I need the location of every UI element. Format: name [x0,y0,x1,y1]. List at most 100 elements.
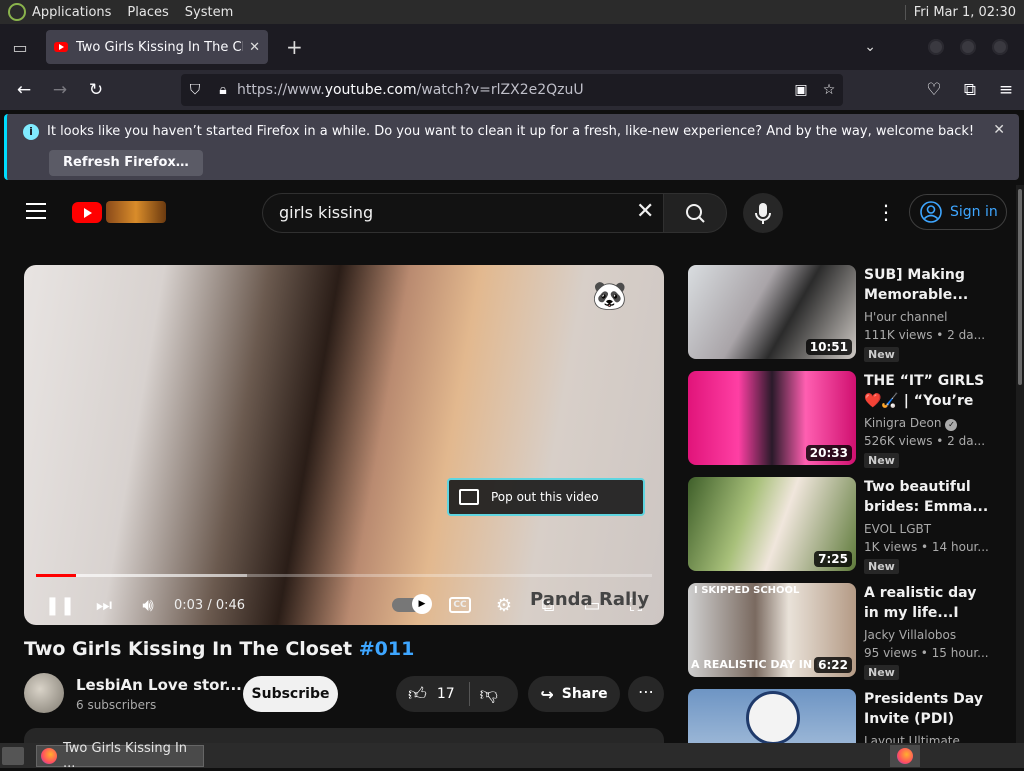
related-channel[interactable]: H'our channel [864,310,948,324]
shield-icon[interactable]: ⛉ [181,82,209,98]
related-meta: 111K views • 2 da... [864,328,986,342]
list-all-tabs-icon[interactable]: ⌄ [864,39,876,55]
youtube-masthead: girls kissing ✕ ⋮ Sign in [0,185,1016,241]
related-video-5[interactable]: Presidents Day Invite (PDI) 202... Layou… [688,689,1008,743]
channel-avatar[interactable] [24,673,64,713]
info-icon: i [23,124,39,140]
tab-youtube[interactable]: Two Girls Kissing In The Closet #011 - Y… [46,30,268,64]
distro-logo-icon[interactable] [8,3,26,21]
related-thumbnail[interactable]: 7:25 [688,477,856,571]
pop-out-video-button[interactable]: Pop out this video [447,478,645,516]
related-title[interactable]: SUB] Making Memorable... [864,265,994,305]
new-tab-icon[interactable]: + [286,35,303,59]
menu-system[interactable]: System [185,5,233,20]
close-notification-icon[interactable]: ✕ [993,122,1005,138]
clock[interactable]: Fri Mar 1, 02:30 [904,4,1016,20]
reader-view-icon[interactable]: ▣ [787,82,815,98]
related-title[interactable]: Presidents Day Invite (PDI) 202... [864,689,994,729]
share-button[interactable]: ↪ Share [528,676,620,712]
dislike-icon[interactable]: 👎︎ [480,683,498,705]
show-desktop-icon[interactable] [2,746,24,765]
bookmark-star-icon[interactable]: ☆ [815,82,843,98]
video-player[interactable]: 🐼 Pop out this video ❚❚ ⏭ 🔊︎ 0:03 / 0:46… [24,265,664,625]
url-text[interactable]: https://www.youtube.com/watch?v=rlZX2e2Q… [237,82,584,98]
duration-badge: 20:33 [805,445,852,461]
autoplay-toggle[interactable] [392,594,432,614]
subscribe-button[interactable]: Subscribe [243,676,338,712]
related-thumbnail[interactable]: 20:33 [688,371,856,465]
panda-watermark-icon: 🐼 [592,279,627,312]
new-badge: New [864,453,899,468]
related-title[interactable]: A realistic day in my life...I skippe... [864,583,994,623]
pocket-icon[interactable]: ♡ [916,80,952,100]
next-video-icon[interactable]: ⏭ [82,595,126,616]
more-actions-button[interactable]: ⋯ [628,676,664,712]
new-badge: New [864,665,899,680]
close-window-button[interactable] [992,39,1008,55]
progress-bar[interactable] [36,574,652,577]
played-bar [36,574,77,577]
clear-search-icon[interactable]: ✕ [636,201,654,223]
voice-search-button[interactable] [743,193,783,233]
like-icon[interactable]: 👍︎ [408,683,427,705]
related-title[interactable]: THE “IT” GIRLS ❤️🏑 | “You’re O... [864,371,994,411]
pop-out-label: Pop out this video [491,490,599,504]
maximize-window-button[interactable] [960,39,976,55]
url-bar[interactable]: ⛉ 🔒︎ https://www.youtube.com/watch?v=rlZ… [181,74,843,106]
os-top-panel: Applications Places System Fri Mar 1, 02… [0,0,1024,24]
app-menu-icon[interactable]: ≡ [988,80,1024,100]
like-count[interactable]: 17 [437,686,455,702]
related-channel[interactable]: Jacky Villalobos [864,628,956,642]
related-video-2[interactable]: 20:33 THE “IT” GIRLS ❤️🏑 | “You’re O... … [688,371,1008,468]
related-video-4[interactable]: I SKIPPED SCHOOL A REALISTIC DAY IN MY 6… [688,583,1008,680]
sign-in-button[interactable]: Sign in [909,194,1007,230]
related-video-3[interactable]: 7:25 Two beautiful brides: Emma... EVOL … [688,477,1008,574]
minimize-window-button[interactable] [928,39,944,55]
related-channel[interactable]: Kinigra Deon ✓ [864,416,958,431]
related-meta: 1K views • 14 hour... [864,540,989,554]
channel-name[interactable]: LesbiAn Love stor... [76,676,242,694]
related-thumbnail[interactable]: 10:51 [688,265,856,359]
settings-more-icon[interactable]: ⋮ [876,202,896,222]
video-hashtag[interactable]: #011 [359,638,415,660]
related-thumbnail[interactable] [688,689,856,743]
extensions-icon[interactable]: ⧉ [952,80,988,100]
related-channel[interactable]: Layout Ultimate [864,734,960,743]
verified-check-icon: ✓ [945,419,958,431]
search-input[interactable]: girls kissing [262,193,664,233]
pause-icon[interactable]: ❚❚ [38,595,82,616]
firefox-view-icon[interactable]: ▭ [0,38,40,57]
task-title: Two Girls Kissing In ... [63,740,188,771]
search-button[interactable] [663,193,727,233]
page-scrollbar[interactable] [1016,185,1024,743]
lock-icon[interactable]: 🔒︎ [209,82,237,98]
settings-gear-icon[interactable]: ⚙ [482,595,526,616]
close-tab-icon[interactable]: ✕ [249,40,260,55]
new-badge: New [864,559,899,574]
scrollbar-thumb[interactable] [1018,189,1022,385]
related-video-1[interactable]: 10:51 SUB] Making Memorable... H'our cha… [688,265,1008,362]
duration-badge: 10:51 [805,339,852,355]
volume-icon[interactable]: 🔊︎ [126,595,170,616]
firefox-icon [41,747,57,764]
refresh-firefox-button[interactable]: Refresh Firefox… [49,150,203,176]
related-thumbnail[interactable]: I SKIPPED SCHOOL A REALISTIC DAY IN MY 6… [688,583,856,677]
menu-applications[interactable]: Applications [32,5,111,20]
related-title[interactable]: Two beautiful brides: Emma... [864,477,994,517]
guide-menu-icon[interactable] [26,203,46,219]
youtube-doodle[interactable] [106,201,166,223]
reload-icon[interactable]: ↻ [78,80,114,100]
menu-places[interactable]: Places [127,5,168,20]
forward-icon[interactable]: → [42,80,78,100]
refresh-firefox-notification: i It looks like you haven’t started Fire… [4,114,1019,180]
related-channel[interactable]: EVOL LGBT [864,522,931,536]
time-display: 0:03 / 0:46 [174,597,246,613]
back-icon[interactable]: ← [6,80,42,100]
workspace-switcher[interactable] [890,744,920,767]
firefox-tray-icon [897,747,913,764]
taskbar-firefox-window[interactable]: Two Girls Kissing In ... [36,741,204,771]
captions-icon[interactable]: CC [449,597,471,613]
youtube-logo-icon[interactable] [72,202,102,223]
share-label: Share [561,686,608,702]
related-meta: 526K views • 2 da... [864,434,986,448]
